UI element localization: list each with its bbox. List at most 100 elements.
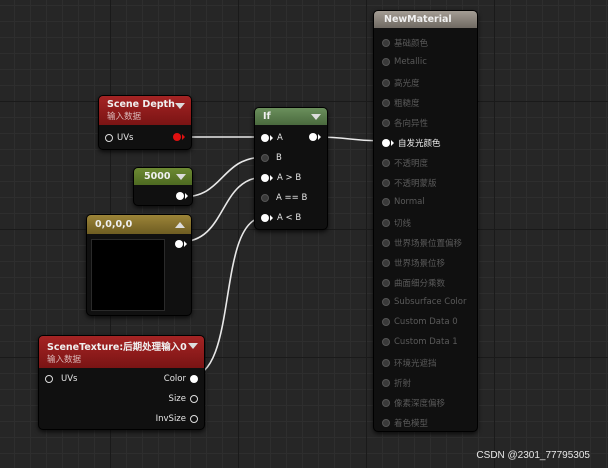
scene-depth-node[interactable]: Scene Depth 输入数据 UVs xyxy=(98,95,192,150)
material-pin-label: 像素深度偏移 xyxy=(394,399,446,409)
material-pin-row[interactable]: Custom Data 0 xyxy=(382,317,458,327)
material-pin-label: Metallic xyxy=(394,57,427,67)
output-pin-icon[interactable] xyxy=(173,133,181,141)
scene-texture-color-pin-row[interactable]: Color xyxy=(164,374,198,384)
input-pin-icon[interactable] xyxy=(105,134,113,142)
material-pin-row[interactable]: 不透明蒙版 xyxy=(382,177,437,189)
input-pin-icon[interactable] xyxy=(382,419,390,427)
output-pin-icon[interactable] xyxy=(190,395,198,403)
material-pin-row[interactable]: 着色模型 xyxy=(382,417,428,429)
material-pin-label: 世界场景位移 xyxy=(394,259,446,269)
input-pin-icon[interactable] xyxy=(382,379,390,387)
material-pin-row[interactable]: 折射 xyxy=(382,377,411,389)
input-pin-icon[interactable] xyxy=(261,214,269,222)
input-pin-icon[interactable] xyxy=(261,154,269,162)
wire-const-to-b xyxy=(181,156,266,198)
collapse-arrow-icon[interactable] xyxy=(176,174,186,180)
material-pin-row[interactable]: Custom Data 1 xyxy=(382,337,458,347)
scene-texture-title: SceneTexture:后期处理输入0 xyxy=(47,342,187,353)
constant-header[interactable]: 5000 xyxy=(134,168,192,185)
constant-output-pin[interactable] xyxy=(176,192,188,200)
if-pin-a-eq-b[interactable]: A == B xyxy=(261,193,307,203)
input-pin-icon[interactable] xyxy=(382,179,390,187)
material-pin-row[interactable]: 自发光颜色 xyxy=(382,137,441,149)
if-pin-a-lt-b[interactable]: A < B xyxy=(261,213,301,223)
input-pin-icon[interactable] xyxy=(261,134,269,142)
material-pin-row[interactable]: 高光度 xyxy=(382,77,420,89)
input-pin-icon[interactable] xyxy=(382,399,390,407)
input-pin-icon[interactable] xyxy=(382,99,390,107)
color-preview-swatch xyxy=(91,239,165,311)
input-pin-icon[interactable] xyxy=(382,279,390,287)
scene-depth-uvs-pin-row[interactable]: UVs xyxy=(105,133,133,143)
output-pin-icon[interactable] xyxy=(190,415,198,423)
scene-texture-node[interactable]: SceneTexture:后期处理输入0 输入数据 UVs Color Size… xyxy=(38,335,205,430)
collapse-arrow-icon[interactable] xyxy=(311,114,321,120)
input-pin-icon[interactable] xyxy=(382,119,390,127)
output-pin-icon[interactable] xyxy=(176,192,184,200)
scene-depth-header[interactable]: Scene Depth 输入数据 xyxy=(99,96,191,125)
material-pin-row[interactable]: Subsurface Color xyxy=(382,297,467,307)
watermark: CSDN @2301_77795305 xyxy=(476,450,590,461)
material-pin-row[interactable]: 不透明度 xyxy=(382,157,428,169)
if-pin-a-gt-b[interactable]: A > B xyxy=(261,173,301,183)
color-constant-node[interactable]: 0,0,0,0 xyxy=(86,214,192,316)
if-output-pin[interactable] xyxy=(309,133,321,141)
scene-texture-invsize-pin-row[interactable]: InvSize xyxy=(156,414,198,424)
material-pin-row[interactable]: 切线 xyxy=(382,217,411,229)
input-pin-icon[interactable] xyxy=(261,174,269,182)
input-pin-icon[interactable] xyxy=(382,58,390,66)
material-pin-row[interactable]: 各向异性 xyxy=(382,117,428,129)
output-pin-icon[interactable] xyxy=(175,240,183,248)
input-pin-icon[interactable] xyxy=(382,198,390,206)
material-result-node[interactable]: NewMaterial 基础颜色 Metallic 高光度粗糙度各向异性自发光颜色不… xyxy=(373,10,478,432)
material-pin-row[interactable]: 基础颜色 xyxy=(382,37,428,49)
input-pin-icon[interactable] xyxy=(382,219,390,227)
material-header[interactable]: NewMaterial xyxy=(374,11,477,28)
material-pin-label: 各向异性 xyxy=(394,119,429,129)
if-pin-a[interactable]: A xyxy=(261,133,283,143)
scene-texture-size-pin-row[interactable]: Size xyxy=(169,394,198,404)
material-pin-row[interactable]: Metallic xyxy=(382,57,427,67)
input-pin-icon[interactable] xyxy=(261,194,269,202)
input-pin-icon[interactable] xyxy=(382,139,390,147)
input-pin-icon[interactable] xyxy=(382,338,390,346)
color-constant-title: 0,0,0,0 xyxy=(95,219,133,230)
color-constant-header[interactable]: 0,0,0,0 xyxy=(87,215,191,234)
output-pin-icon[interactable] xyxy=(309,133,317,141)
material-pin-row[interactable]: 粗糙度 xyxy=(382,97,420,109)
material-pin-row[interactable]: Normal xyxy=(382,197,425,207)
collapse-arrow-icon[interactable] xyxy=(175,222,185,228)
scene-texture-size-label: Size xyxy=(168,394,186,404)
material-pin-row[interactable]: 世界场景位移 xyxy=(382,257,445,269)
material-pin-row[interactable]: 世界场景位置偏移 xyxy=(382,237,462,249)
input-pin-icon[interactable] xyxy=(382,39,390,47)
input-pin-icon[interactable] xyxy=(382,259,390,267)
scene-texture-header[interactable]: SceneTexture:后期处理输入0 输入数据 xyxy=(39,336,204,368)
input-pin-icon[interactable] xyxy=(382,298,390,306)
output-pin-icon[interactable] xyxy=(190,375,198,383)
scene-texture-color-label: Color xyxy=(163,374,186,384)
material-pin-row[interactable]: 曲面细分乘数 xyxy=(382,277,445,289)
material-pin-label: 环境光遮挡 xyxy=(394,359,437,369)
constant-node[interactable]: 5000 xyxy=(133,167,193,206)
if-pin-b[interactable]: B xyxy=(261,153,282,163)
scene-texture-uvs-pin-row[interactable]: UVs xyxy=(45,374,77,384)
collapse-arrow-icon[interactable] xyxy=(188,343,198,349)
scene-depth-output-pin[interactable] xyxy=(173,133,185,141)
input-pin-icon[interactable] xyxy=(382,318,390,326)
input-pin-icon[interactable] xyxy=(382,159,390,167)
collapse-arrow-icon[interactable] xyxy=(175,103,185,109)
input-pin-icon[interactable] xyxy=(382,239,390,247)
input-pin-icon[interactable] xyxy=(382,79,390,87)
if-pin-a-eq-b-label: A == B xyxy=(276,193,308,203)
pin-arrow-icon xyxy=(270,175,273,181)
pin-arrow-icon xyxy=(270,135,273,141)
input-pin-icon[interactable] xyxy=(382,359,390,367)
if-node[interactable]: If A B A > B A == B A < B xyxy=(254,107,328,230)
color-constant-output-pin[interactable] xyxy=(175,240,187,248)
material-pin-row[interactable]: 环境光遮挡 xyxy=(382,357,437,369)
if-header[interactable]: If xyxy=(255,108,327,125)
input-pin-icon[interactable] xyxy=(45,375,53,383)
material-pin-row[interactable]: 像素深度偏移 xyxy=(382,397,445,409)
